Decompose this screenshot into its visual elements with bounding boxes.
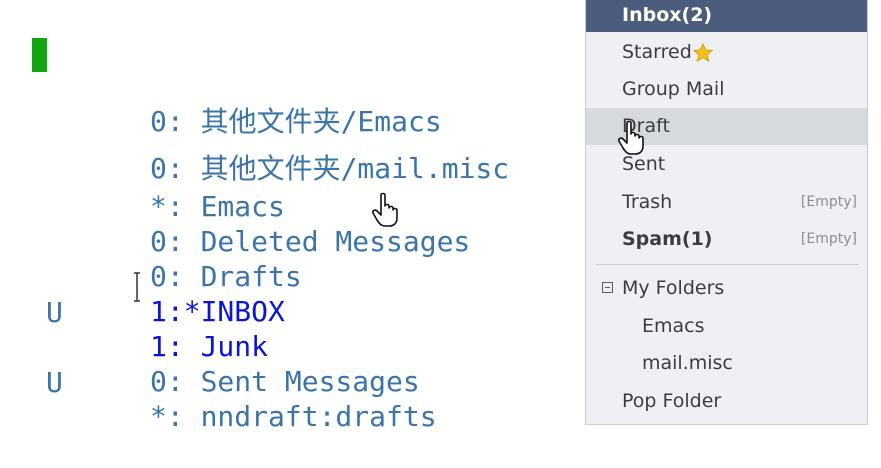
folder-label: Pop Folder: [622, 390, 722, 412]
group-name: 1: Junk: [150, 330, 269, 363]
group-mark: U: [46, 366, 63, 399]
folder-emacs[interactable]: Emacs: [586, 308, 867, 345]
folder-pop-folder[interactable]: Pop Folder: [586, 383, 867, 420]
folder-label: Emacs: [642, 315, 705, 337]
gnus-group-buffer[interactable]: 0: 其他文件夹/Emacs 0: 其他文件夹/mail.misc *: Ema…: [0, 0, 585, 433]
folder-label: Starred: [622, 41, 692, 63]
folder-pane: Inbox(2) Starred Group Mail Draft Sent T…: [585, 0, 868, 425]
group-name: *: Emacs: [150, 190, 285, 223]
folder-label: My Folders: [622, 277, 725, 299]
star-icon: [693, 43, 713, 63]
group-line[interactable]: 0: Sent Messages: [0, 297, 420, 398]
folder-divider: [596, 264, 859, 265]
group-line[interactable]: 1:*INBOX: [0, 227, 285, 328]
folder-group-mail[interactable]: Group Mail: [586, 71, 867, 108]
folder-inbox[interactable]: Inbox(2): [586, 0, 867, 32]
empty-spam-link[interactable]: [Empty]: [801, 221, 857, 258]
folder-label: Group Mail: [622, 78, 725, 100]
group-line[interactable]: U 1: Junk: [0, 262, 268, 363]
group-line[interactable]: *: Emacs: [0, 122, 285, 223]
hand-pointer-icon: [618, 120, 644, 155]
group-line[interactable]: 0: Deleted Messages: [0, 157, 470, 258]
group-name: 0: Sent Messages: [150, 365, 420, 398]
text-cursor-icon: [134, 272, 140, 302]
group-line[interactable]: U *: nndraft:drafts: [0, 332, 437, 433]
folder-my-folders[interactable]: My Folders: [586, 270, 867, 307]
group-name: 1:*INBOX: [150, 295, 285, 328]
folder-spam[interactable]: Spam(1) [Empty]: [586, 221, 867, 258]
folder-mail-misc[interactable]: mail.misc: [586, 345, 867, 382]
folder-label: Spam(1): [622, 228, 713, 250]
hand-pointer-icon: [372, 192, 398, 227]
folder-label: Trash: [622, 191, 673, 213]
group-name: 0: Drafts: [150, 260, 302, 293]
group-name: 0: 其他文件夹/mail.misc: [150, 152, 510, 185]
group-line[interactable]: 0: Drafts: [0, 192, 302, 293]
group-line[interactable]: 0: 其他文件夹/mail.misc: [0, 84, 509, 185]
group-name: 0: 其他文件夹/Emacs: [150, 105, 442, 138]
folder-starred[interactable]: Starred: [586, 34, 867, 71]
group-line[interactable]: 0: 其他文件夹/Emacs: [0, 37, 442, 138]
group-name: 0: Deleted Messages: [150, 225, 471, 258]
folder-label: Inbox(2): [622, 4, 713, 26]
folder-label: mail.misc: [642, 352, 733, 374]
empty-trash-link[interactable]: [Empty]: [801, 184, 857, 221]
collapse-icon[interactable]: [602, 282, 613, 293]
folder-trash[interactable]: Trash [Empty]: [586, 184, 867, 221]
